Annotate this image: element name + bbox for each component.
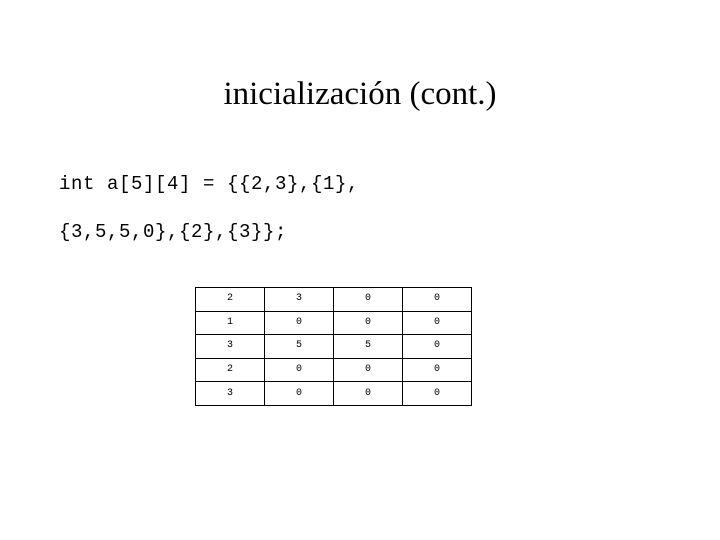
array-table-body: 2 3 0 0 1 0 0 0 3 5 5 0 2 0 0 0 3 0 0 0 xyxy=(195,287,472,406)
array-table-container: 2 3 0 0 1 0 0 0 3 5 5 0 2 0 0 0 3 0 0 0 xyxy=(195,287,472,406)
table-cell: 2 xyxy=(195,357,265,383)
table-cell: 3 xyxy=(195,334,265,359)
table-cell: 3 xyxy=(195,381,265,406)
table-cell: 0 xyxy=(402,357,472,383)
table-cell: 5 xyxy=(333,334,403,359)
table-cell: 0 xyxy=(402,334,472,359)
table-cell: 0 xyxy=(333,381,403,406)
table-cell: 0 xyxy=(333,287,403,312)
table-cell: 0 xyxy=(333,357,403,383)
table-cell: 5 xyxy=(264,334,334,359)
table-cell: 0 xyxy=(402,381,472,406)
table-cell: 0 xyxy=(402,310,472,336)
code-line-1: int a[5][4] = {{2,3},{1}, xyxy=(59,173,360,195)
table-row: 2 3 0 0 xyxy=(195,287,472,312)
table-cell: 0 xyxy=(264,310,334,336)
table-cell: 0 xyxy=(402,287,472,312)
table-cell: 3 xyxy=(264,287,334,312)
table-row: 3 5 5 0 xyxy=(195,334,472,359)
table-cell: 1 xyxy=(195,310,265,336)
table-row: 3 0 0 0 xyxy=(195,381,472,406)
table-row: 1 0 0 0 xyxy=(195,310,472,336)
code-line-2: {3,5,5,0},{2},{3}}; xyxy=(59,221,288,243)
table-row: 2 0 0 0 xyxy=(195,357,472,383)
page-title: inicialización (cont.) xyxy=(223,76,497,112)
table-cell: 0 xyxy=(264,357,334,383)
slide-canvas: inicialización (cont.) int a[5][4] = {{2… xyxy=(0,0,720,540)
code-block: int a[5][4] = {{2,3},{1}, {3,5,5,0},{2},… xyxy=(59,160,669,256)
table-cell: 0 xyxy=(264,381,334,406)
table-cell: 0 xyxy=(333,310,403,336)
array-table: 2 3 0 0 1 0 0 0 3 5 5 0 2 0 0 0 3 0 0 0 xyxy=(195,287,472,406)
table-cell: 2 xyxy=(195,287,265,312)
